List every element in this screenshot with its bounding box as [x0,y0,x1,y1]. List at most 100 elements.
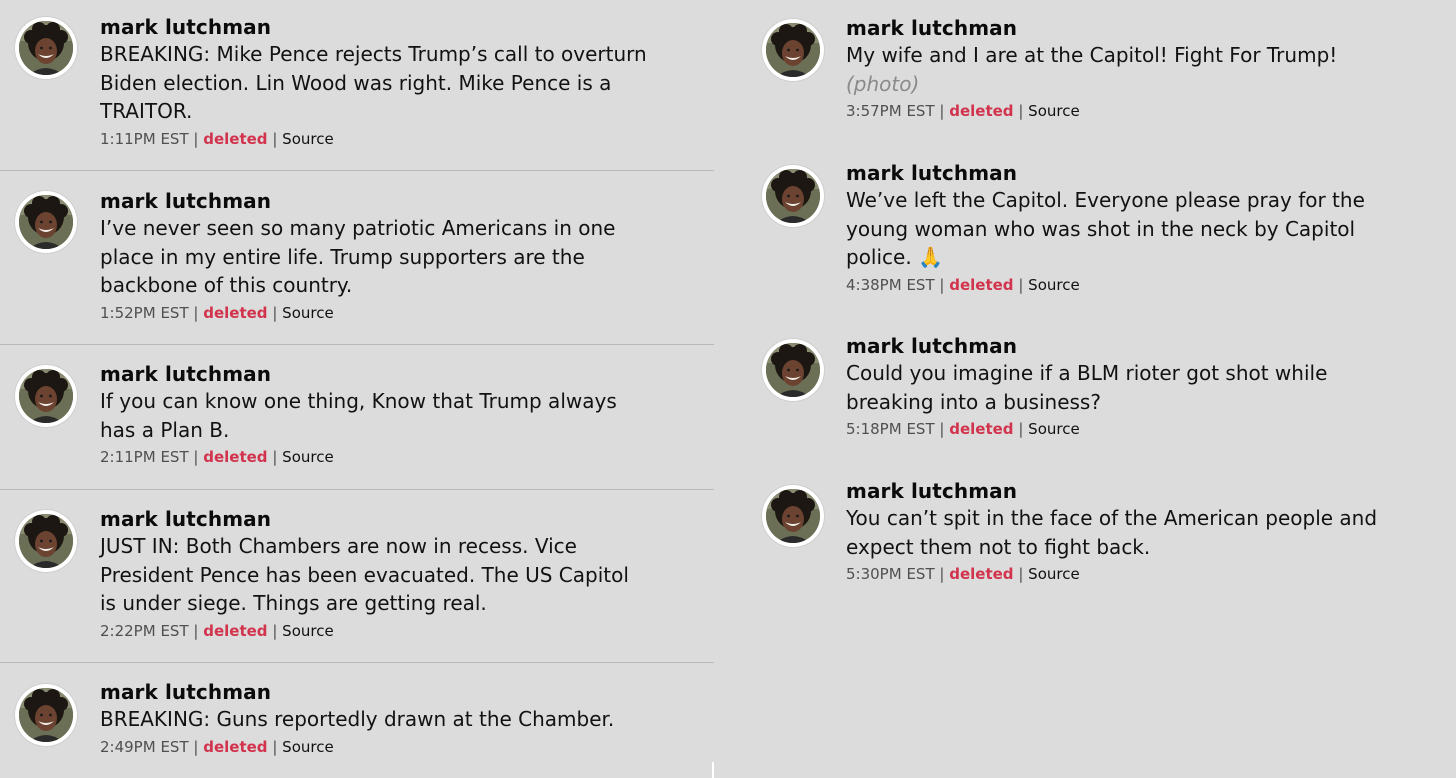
source-link[interactable]: Source [282,448,334,466]
avatar-photo [766,489,820,543]
meta-separator: | [272,737,278,756]
author-name[interactable]: mark lutchman [100,14,700,40]
deleted-status: deleted [203,737,268,756]
post-time: 5:18PM EST [846,420,935,438]
source-link[interactable]: Source [1028,565,1080,583]
post-time: 4:38PM EST [846,275,935,294]
post-time: 5:30PM EST [846,565,935,583]
avatar[interactable] [15,365,77,427]
post-meta: 1:52PM EST | deleted | Source [100,303,700,323]
photo-attachment[interactable]: (photo) [846,70,1446,99]
meta-separator: | [939,420,945,438]
author-name[interactable]: mark lutchman [846,15,1446,41]
post-item: mark lutchman BREAKING: Guns reportedly … [0,663,714,778]
post-item: mark lutchman JUST IN: Both Chambers are… [0,490,714,662]
source-link[interactable]: Source [282,130,334,148]
post-body: mark lutchman I’ve never seen so many pa… [100,188,700,323]
avatar-photo [19,514,73,568]
source-link[interactable]: Source [1028,102,1080,120]
post-meta: 5:30PM EST | deleted | Source [846,564,1446,584]
post-text: I’ve never seen so many patriotic Americ… [100,216,616,297]
avatar-photo [19,21,73,75]
post-text: Could you imagine if a BLM rioter got sh… [846,361,1328,414]
avatar-photo [19,195,73,249]
author-name[interactable]: mark lutchman [100,188,700,214]
post-time: 2:49PM EST [100,737,189,756]
meta-separator: | [272,621,278,640]
avatar[interactable] [762,19,824,81]
post-body: mark lutchman Could you imagine if a BLM… [846,333,1446,439]
post-time: 2:11PM EST [100,448,189,466]
post-body: mark lutchman We’ve left the Capitol. Ev… [846,160,1446,295]
meta-separator: | [193,303,199,322]
meta-separator: | [1018,275,1024,294]
post-text: BREAKING: Mike Pence rejects Trump’s cal… [100,42,647,123]
avatar[interactable] [15,684,77,746]
meta-separator: | [272,448,278,466]
source-link[interactable]: Source [1028,420,1080,438]
post-time: 3:57PM EST [846,102,935,120]
post-time: 1:11PM EST [100,129,189,148]
meta-separator: | [193,737,199,756]
avatar[interactable] [762,165,824,227]
deleted-status: deleted [203,303,268,322]
post-time: 1:52PM EST [100,303,189,322]
meta-separator: | [193,448,199,466]
meta-separator: | [193,621,199,640]
post-item: mark lutchman My wife and I are at the C… [748,0,1448,150]
post-item: mark lutchman We’ve left the Capitol. Ev… [748,150,1448,326]
avatar[interactable] [762,485,824,547]
avatar-photo [766,169,820,223]
post-body: mark lutchman BREAKING: Mike Pence rejec… [100,14,700,149]
meta-separator: | [939,275,945,294]
avatar-photo [19,688,73,742]
post-text: We’ve left the Capitol. Everyone please … [846,188,1365,269]
avatar-photo [766,343,820,397]
post-meta: 2:11PM EST | deleted | Source [100,447,700,467]
meta-separator: | [193,129,199,148]
avatar[interactable] [15,17,77,79]
source-link[interactable]: Source [282,622,334,640]
post-item: mark lutchman If you can know one thing,… [0,345,714,489]
avatar[interactable] [15,510,77,572]
author-name[interactable]: mark lutchman [846,333,1446,359]
deleted-status: deleted [949,275,1014,294]
post-text: JUST IN: Both Chambers are now in recess… [100,534,629,615]
meta-separator: | [272,129,278,148]
avatar[interactable] [762,339,824,401]
post-meta: 2:49PM EST | deleted | Source [100,737,700,757]
avatar-photo [766,23,820,77]
source-link[interactable]: Source [282,738,334,756]
avatar[interactable] [15,191,77,253]
post-meta: 4:38PM EST | deleted | Source [846,275,1446,295]
meta-separator: | [939,102,945,120]
author-name[interactable]: mark lutchman [846,478,1446,504]
post-body: mark lutchman You can’t spit in the face… [846,478,1446,584]
source-link[interactable]: Source [1028,276,1080,294]
post-item: mark lutchman I’ve never seen so many pa… [0,171,714,344]
post-meta: 5:18PM EST | deleted | Source [846,419,1446,439]
author-name[interactable]: mark lutchman [100,506,700,532]
meta-separator: | [272,303,278,322]
deleted-status: deleted [203,621,268,640]
author-name[interactable]: mark lutchman [846,160,1446,186]
author-name[interactable]: mark lutchman [100,361,700,387]
post-item: mark lutchman You can’t spit in the face… [748,472,1448,612]
author-name[interactable]: mark lutchman [100,679,700,705]
source-link[interactable]: Source [282,304,334,322]
post-time: 2:22PM EST [100,621,189,640]
deleted-status: deleted [949,420,1014,438]
post-body: mark lutchman If you can know one thing,… [100,361,700,467]
deleted-status: deleted [949,565,1014,583]
post-item: mark lutchman Could you imagine if a BLM… [748,326,1448,472]
post-text: You can’t spit in the face of the Americ… [846,506,1378,559]
post-body: mark lutchman BREAKING: Guns reportedly … [100,679,700,757]
meta-separator: | [1018,102,1024,120]
deleted-status: deleted [949,102,1014,120]
avatar-photo [19,369,73,423]
post-body: mark lutchman JUST IN: Both Chambers are… [100,506,700,641]
post-meta: 1:11PM EST | deleted | Source [100,129,700,149]
post-meta: 3:57PM EST | deleted | Source [846,101,1446,121]
post-item: mark lutchman BREAKING: Mike Pence rejec… [0,0,714,170]
deleted-status: deleted [203,129,268,148]
